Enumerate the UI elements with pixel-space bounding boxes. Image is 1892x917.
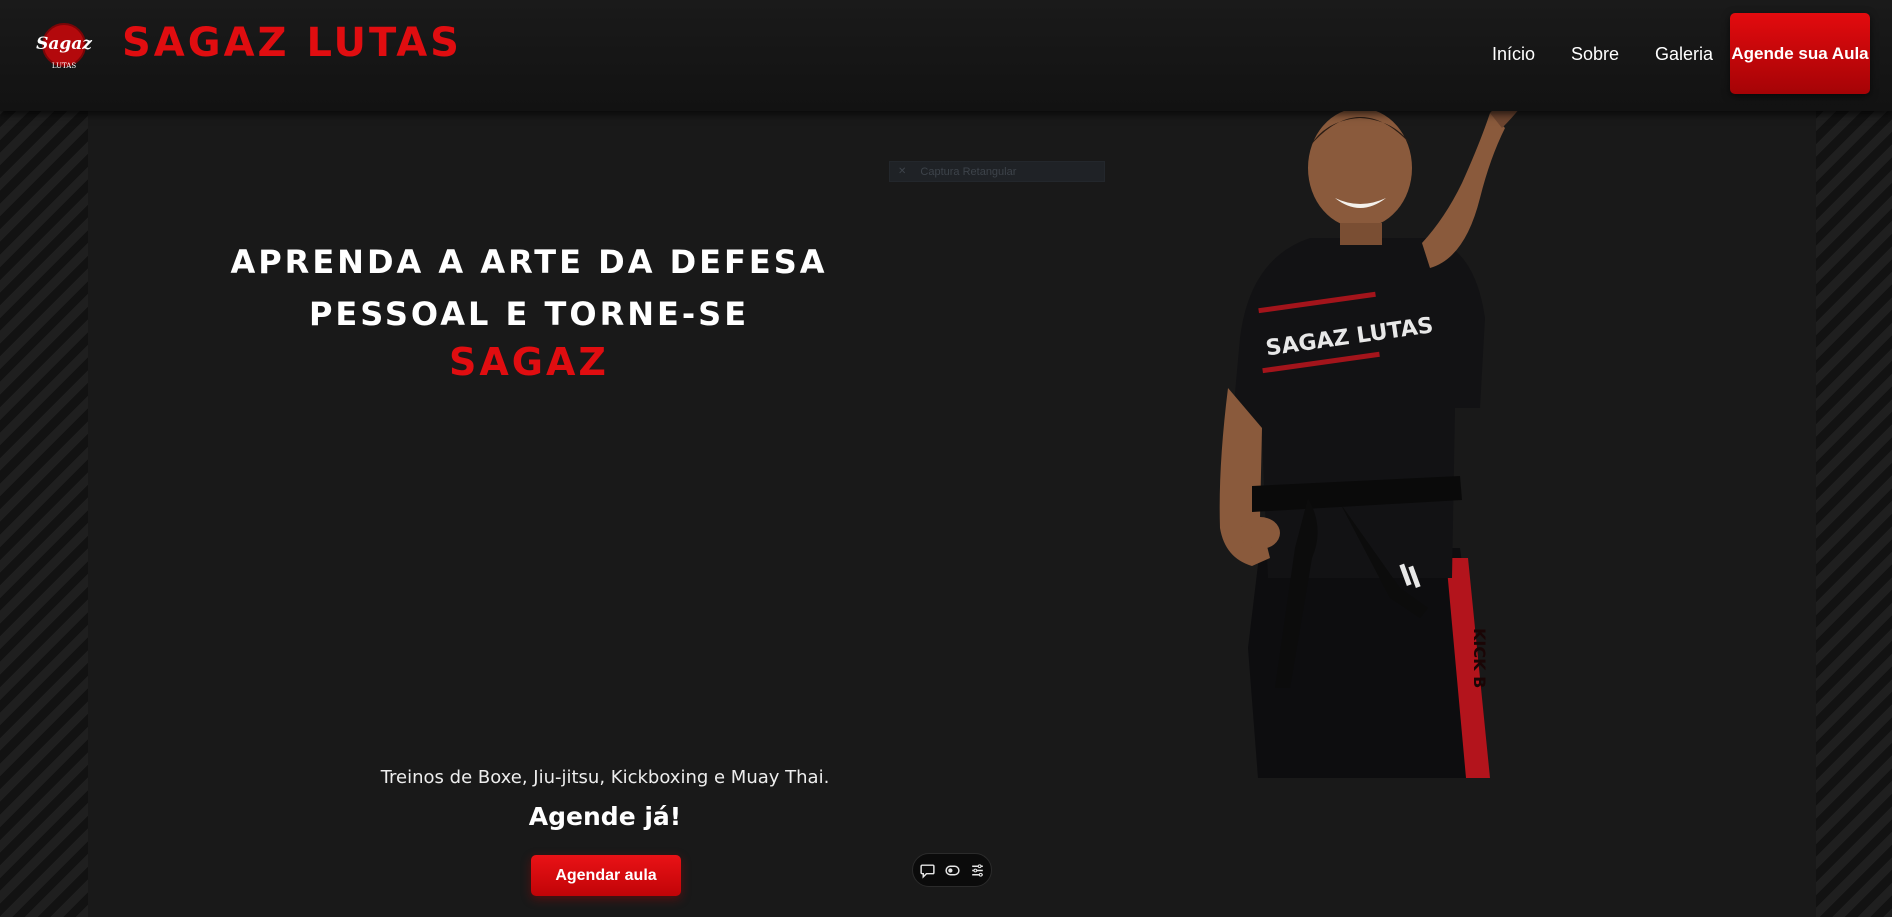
nav-galeria[interactable]: Galeria	[1655, 44, 1713, 65]
hero-call-to-action-text: Agende já!	[528, 802, 682, 831]
capture-label: Captura Retangular	[920, 165, 1017, 178]
floating-toolbar	[912, 853, 992, 887]
brand-title[interactable]: SAGAZ LUTAS	[122, 20, 462, 66]
site-header: Sagaz LUTAS SAGAZ LUTAS Início Sobre Gal…	[0, 0, 1892, 111]
nav-sobre[interactable]: Sobre	[1571, 44, 1619, 65]
nav-inicio[interactable]: Início	[1492, 44, 1535, 65]
logo[interactable]: Sagaz LUTAS	[32, 21, 96, 73]
belt-text: KICK B	[1470, 628, 1489, 688]
instructor-photo: KICK B SAGAZ LUTAS	[1190, 88, 1520, 778]
hero-title-line1: APRENDA A ARTE DA DEFESA	[230, 243, 828, 281]
menu-settings-icon[interactable]	[969, 862, 986, 879]
comment-icon[interactable]	[919, 862, 936, 879]
schedule-class-button[interactable]: Agendar aula	[531, 855, 681, 896]
logo-text: Sagaz	[36, 34, 92, 54]
eye-toggle-icon[interactable]	[944, 862, 961, 879]
capture-overlay[interactable]: ✕ Captura Retangular	[889, 161, 1105, 182]
close-icon[interactable]: ✕	[898, 166, 906, 177]
logo-subtext: LUTAS	[52, 62, 77, 70]
hero-section	[88, 111, 1816, 917]
hero-subtitle: Treinos de Boxe, Jiu-jitsu, Kickboxing e…	[380, 767, 830, 788]
hero-title-line2: PESSOAL E TORNE-SE	[308, 295, 750, 333]
schedule-class-nav-button[interactable]: Agende sua Aula	[1730, 13, 1870, 94]
hero-title: APRENDA A ARTE DA DEFESA PESSOAL E TORNE…	[200, 236, 858, 340]
hero-title-highlight: SAGAZ	[449, 340, 609, 384]
